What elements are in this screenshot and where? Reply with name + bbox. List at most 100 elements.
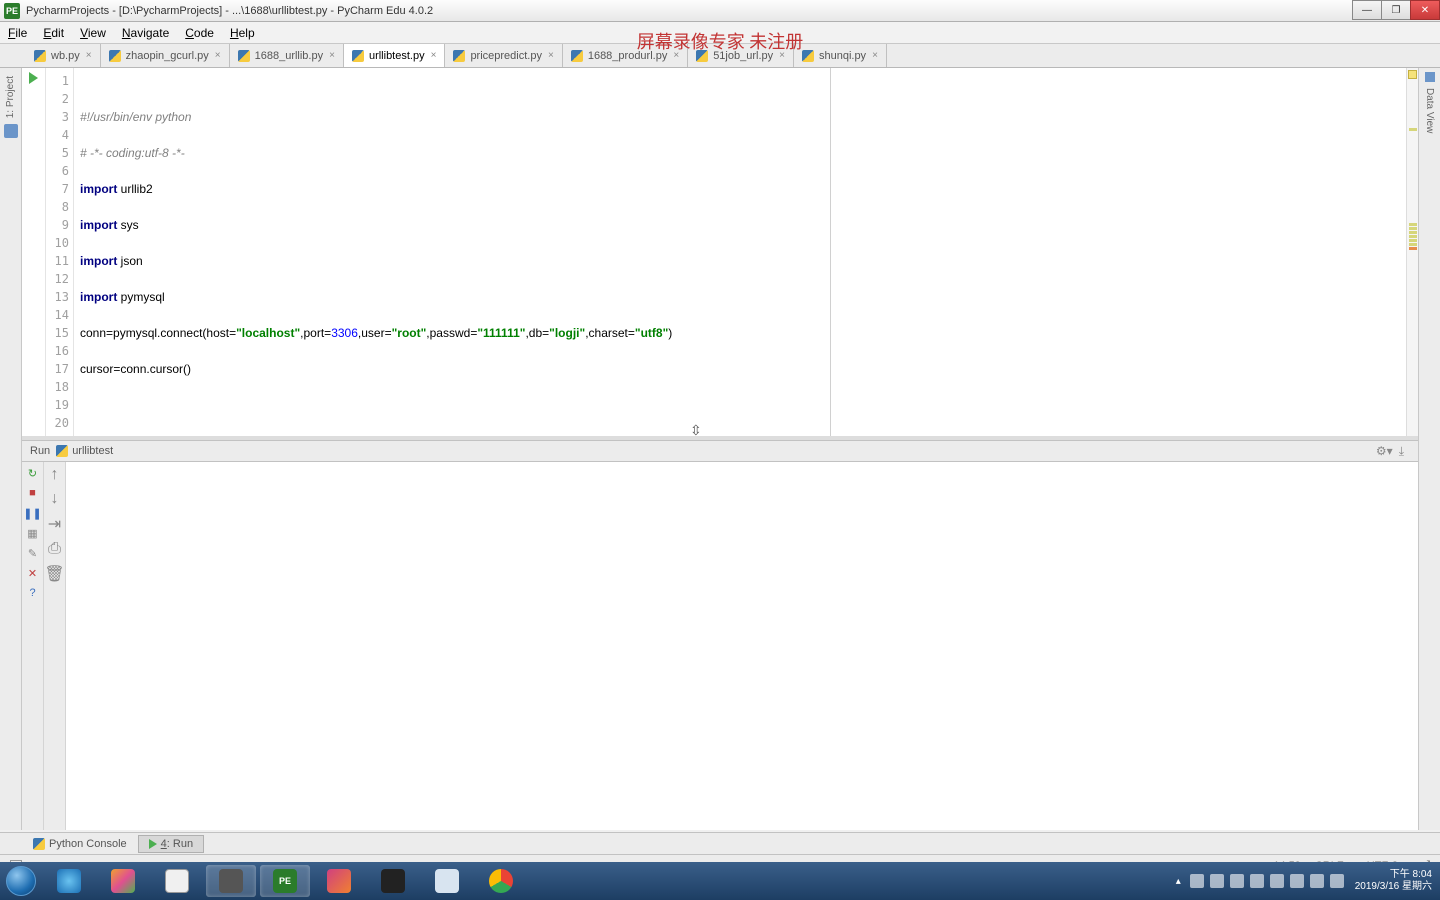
line-numbers: 123456789101112131415161718192021 <box>46 68 74 436</box>
close-icon[interactable]: × <box>86 50 92 61</box>
tray-icon[interactable] <box>1290 874 1304 888</box>
rerun-icon[interactable]: ↻ <box>26 466 40 480</box>
tray-icon[interactable] <box>1230 874 1244 888</box>
taskbar-cmd[interactable] <box>368 865 418 897</box>
windows-taskbar: PE ▴ 下午 8:04 2019/3/16 星期六 <box>0 862 1440 900</box>
taskbar-app2[interactable] <box>152 865 202 897</box>
print-icon[interactable]: ⎙ <box>48 540 61 558</box>
app-icon <box>165 869 189 893</box>
tab-pricepredict[interactable]: pricepredict.py× <box>445 44 562 67</box>
code-text: ,user= <box>358 326 392 340</box>
app-icon <box>111 869 135 893</box>
code-text: 3306 <box>331 326 358 340</box>
run-tab[interactable]: 4: Run <box>138 835 204 853</box>
tab-shunqi[interactable]: shunqi.py × <box>794 44 887 67</box>
analysis-status-icon[interactable] <box>1408 70 1417 79</box>
clear-icon[interactable]: 🗑 <box>44 564 64 584</box>
tab-1688produrl[interactable]: 1688_produrl.py× <box>563 44 688 67</box>
close-icon[interactable]: × <box>329 50 335 61</box>
down-icon[interactable]: ↓ <box>51 490 59 508</box>
pause-icon[interactable]: ❚❚ <box>26 506 40 520</box>
close-button[interactable]: ✕ <box>1410 0 1440 20</box>
taskbar-pycharm[interactable]: PE <box>260 865 310 897</box>
gear-icon[interactable]: ⚙▾ <box>1376 444 1393 458</box>
tab-1688urllib[interactable]: 1688_urllib.py× <box>230 44 344 67</box>
close-icon[interactable]: × <box>673 50 679 61</box>
tray-icon[interactable] <box>1190 874 1204 888</box>
run-label: Run <box>30 445 50 457</box>
tray-icon[interactable] <box>1310 874 1324 888</box>
pycharm-icon: PE <box>273 869 297 893</box>
tray-icon[interactable] <box>1250 874 1264 888</box>
pin-icon[interactable]: ✎ <box>26 546 40 560</box>
close-icon[interactable]: × <box>872 50 878 61</box>
code-text: import <box>80 254 117 268</box>
dataview-icon[interactable] <box>1425 72 1435 82</box>
dataview-button[interactable]: Data View <box>1424 88 1435 133</box>
taskbar-chrome[interactable] <box>476 865 526 897</box>
run-icon <box>149 839 157 849</box>
code-text: import <box>80 218 117 232</box>
code-editor[interactable]: 123456789101112131415161718192021 #!/usr… <box>22 68 1418 436</box>
close-icon[interactable]: × <box>431 50 437 61</box>
taskbar-idea[interactable] <box>314 865 364 897</box>
taskbar-clock[interactable]: 下午 8:04 2019/3/16 星期六 <box>1355 869 1432 893</box>
taskbar-recorder[interactable] <box>206 865 256 897</box>
ie-icon <box>57 869 81 893</box>
menu-view[interactable]: View <box>72 26 114 40</box>
run-toolbar-1: ↻ ■ ❚❚ ▦ ✎ ✕ ? <box>22 462 44 830</box>
menu-help[interactable]: Help <box>222 26 263 40</box>
start-button[interactable] <box>0 862 42 900</box>
help-icon[interactable]: ? <box>26 586 40 600</box>
maximize-button[interactable]: ❐ <box>1381 0 1411 20</box>
taskbar-notepad[interactable] <box>422 865 472 897</box>
tab-label: urllibtest.py <box>369 50 425 62</box>
tray-icon[interactable] <box>1270 874 1284 888</box>
python-icon <box>453 50 465 62</box>
close-icon[interactable]: × <box>215 50 221 61</box>
close-icon[interactable]: × <box>548 50 554 61</box>
minimize-button[interactable]: — <box>1352 0 1382 20</box>
close-icon[interactable]: × <box>779 50 785 61</box>
tab-zhaopin[interactable]: zhaopin_gcurl.py× <box>101 44 230 67</box>
code-text: import <box>80 290 117 304</box>
tray-icon[interactable] <box>1210 874 1224 888</box>
tab-wb[interactable]: wb.py× <box>26 44 101 67</box>
code-text: "localhost" <box>236 326 300 340</box>
run-arrow-icon[interactable] <box>29 72 38 84</box>
code-text: import <box>80 182 117 196</box>
taskbar-app1[interactable] <box>98 865 148 897</box>
project-tool-button[interactable]: 1: Project <box>5 76 16 118</box>
code-text: conn=pymysql.connect(host= <box>80 326 236 340</box>
tab-51joburl[interactable]: 51job_url.py× <box>688 44 794 67</box>
code-text: cursor=conn.cursor() <box>80 362 191 376</box>
tab-label: shunqi.py <box>819 50 866 62</box>
python-icon <box>238 50 250 62</box>
windows-orb-icon <box>6 866 36 896</box>
menu-edit[interactable]: Edit <box>35 26 72 40</box>
code-text: #!/usr/bin/env python <box>80 110 191 124</box>
resize-cursor-icon: ⇳ <box>690 422 702 439</box>
menu-code[interactable]: Code <box>177 26 222 40</box>
structure-icon[interactable] <box>4 124 18 138</box>
menu-navigate[interactable]: Navigate <box>114 26 177 40</box>
menu-file[interactable]: File <box>0 26 35 40</box>
tab-urllibtest[interactable]: urllibtest.py × <box>344 44 445 67</box>
tray-chevron-icon[interactable]: ▴ <box>1176 876 1181 887</box>
wrap-icon[interactable]: ⇥ <box>48 514 61 534</box>
hide-icon[interactable]: ⤓ <box>1399 444 1404 459</box>
run-output[interactable] <box>66 462 1418 830</box>
error-stripe <box>1406 68 1418 436</box>
layout-icon[interactable]: ▦ <box>26 526 40 540</box>
volume-icon[interactable] <box>1330 874 1344 888</box>
taskbar-ie[interactable] <box>44 865 94 897</box>
code-text: "utf8" <box>635 326 668 340</box>
up-icon[interactable]: ↑ <box>51 466 59 484</box>
menu-bar: File Edit View Navigate Code Help <box>0 22 1440 44</box>
stop-icon[interactable]: ■ <box>26 486 40 500</box>
code-area[interactable]: #!/usr/bin/env python # -*- coding:utf-8… <box>74 68 1418 436</box>
splitter[interactable]: ⇳ <box>22 436 1418 440</box>
python-console-tab[interactable]: Python Console <box>22 835 138 853</box>
code-text: ,db= <box>525 326 549 340</box>
close-icon[interactable]: ✕ <box>26 566 40 580</box>
